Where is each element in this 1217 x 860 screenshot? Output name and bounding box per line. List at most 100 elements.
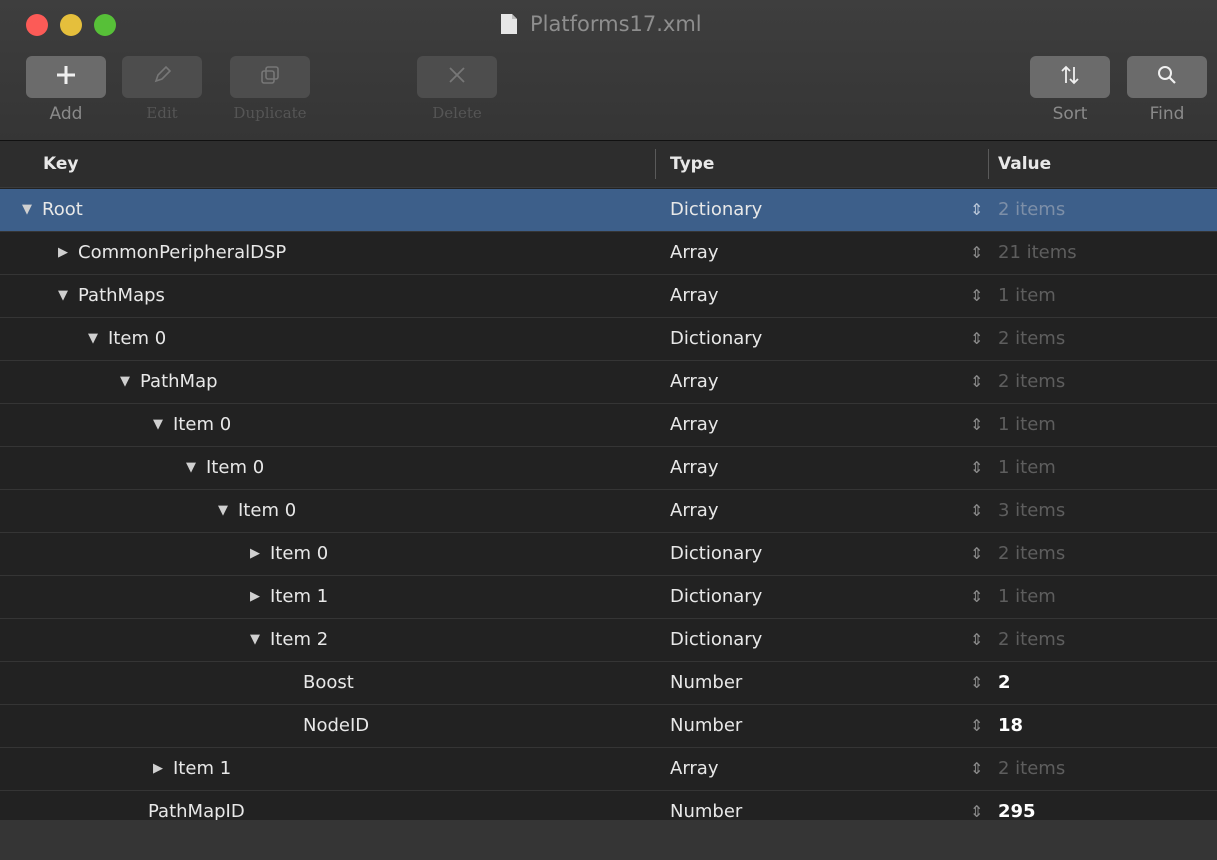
value-cell[interactable]: 3 items [998, 490, 1065, 532]
value-column-header[interactable]: Value [998, 141, 1051, 187]
tree-row[interactable]: NodeID Number ⇕ 18 [0, 705, 1217, 748]
value-cell[interactable]: 2 items [998, 533, 1065, 575]
stepper-icon[interactable]: ⇕ [970, 576, 983, 618]
value-cell[interactable]: 2 items [998, 619, 1065, 661]
duplicate-button[interactable] [230, 56, 310, 98]
disclosure-expanded-icon[interactable]: ▼ [186, 447, 202, 489]
plist-tree: ▼ Root Dictionary ⇕ 2 items ▶ CommonPeri… [0, 189, 1217, 834]
edit-label: Edit [146, 104, 178, 122]
stepper-icon[interactable]: ⇕ [970, 275, 983, 317]
stepper-icon[interactable]: ⇕ [970, 662, 983, 704]
type-cell[interactable]: Array [670, 361, 718, 403]
duplicate-icon [258, 63, 282, 91]
key-label: Item 0 [108, 328, 167, 349]
stepper-icon[interactable]: ⇕ [970, 619, 983, 661]
tree-row[interactable]: ▶ Item 0 Dictionary ⇕ 2 items [0, 533, 1217, 576]
type-cell[interactable]: Array [670, 490, 718, 532]
stepper-icon[interactable]: ⇕ [970, 189, 983, 231]
delete-button[interactable] [417, 56, 497, 98]
value-cell[interactable]: 1 item [998, 576, 1056, 618]
add-label: Add [49, 104, 83, 124]
value-cell[interactable]: 21 items [998, 232, 1077, 274]
tree-row[interactable]: ▼ Item 0 Dictionary ⇕ 2 items [0, 318, 1217, 361]
type-cell[interactable]: Dictionary [670, 189, 762, 231]
disclosure-expanded-icon[interactable]: ▼ [58, 275, 74, 317]
tree-row[interactable]: Boost Number ⇕ 2 [0, 662, 1217, 705]
value-cell[interactable]: 1 item [998, 275, 1056, 317]
disclosure-collapsed-icon[interactable]: ▶ [58, 232, 74, 274]
type-cell[interactable]: Array [670, 232, 718, 274]
document-icon [500, 13, 518, 35]
disclosure-collapsed-icon[interactable]: ▶ [250, 576, 266, 618]
value-cell[interactable]: 18 [998, 705, 1023, 747]
key-label: PathMaps [78, 285, 165, 306]
key-cell: ▼ Item 0 [186, 447, 264, 489]
key-cell: ▼ Item 0 [88, 318, 166, 360]
type-cell[interactable]: Dictionary [670, 619, 762, 661]
zoom-window-button[interactable] [94, 14, 116, 36]
disclosure-collapsed-icon[interactable]: ▶ [153, 748, 169, 790]
stepper-icon[interactable]: ⇕ [970, 705, 983, 747]
type-cell[interactable]: Array [670, 748, 718, 790]
add-button[interactable] [26, 56, 106, 98]
disclosure-expanded-icon[interactable]: ▼ [153, 404, 169, 446]
tree-row[interactable]: ▶ CommonPeripheralDSP Array ⇕ 21 items [0, 232, 1217, 275]
sort-button[interactable] [1030, 56, 1110, 98]
type-cell[interactable]: Array [670, 404, 718, 446]
tree-row[interactable]: ▼ Item 2 Dictionary ⇕ 2 items [0, 619, 1217, 662]
key-label: Item 0 [270, 543, 329, 564]
key-column-header[interactable]: Key [43, 141, 79, 187]
stepper-icon[interactable]: ⇕ [970, 318, 983, 360]
stepper-icon[interactable]: ⇕ [970, 533, 983, 575]
key-label: Item 0 [238, 500, 297, 521]
value-cell[interactable]: 2 items [998, 318, 1065, 360]
type-cell[interactable]: Dictionary [670, 318, 762, 360]
disclosure-expanded-icon[interactable]: ▼ [22, 189, 38, 231]
value-cell[interactable]: 2 items [998, 189, 1065, 231]
type-cell[interactable]: Number [670, 662, 742, 704]
stepper-icon[interactable]: ⇕ [970, 404, 983, 446]
stepper-icon[interactable]: ⇕ [970, 447, 983, 489]
key-cell: ▼ Root [22, 189, 83, 231]
tree-row[interactable]: ▶ Item 1 Array ⇕ 2 items [0, 748, 1217, 791]
stepper-icon[interactable]: ⇕ [970, 490, 983, 532]
tree-row[interactable]: ▶ Item 1 Dictionary ⇕ 1 item [0, 576, 1217, 619]
key-cell: ▶ Item 1 [250, 576, 328, 618]
tree-row[interactable]: ▼ Item 0 Array ⇕ 3 items [0, 490, 1217, 533]
stepper-icon[interactable]: ⇕ [970, 232, 983, 274]
value-cell[interactable]: 1 item [998, 404, 1056, 446]
type-cell[interactable]: Array [670, 275, 718, 317]
type-cell[interactable]: Array [670, 447, 718, 489]
column-divider[interactable] [655, 149, 656, 179]
minimize-window-button[interactable] [60, 14, 82, 36]
disclosure-expanded-icon[interactable]: ▼ [218, 490, 234, 532]
disclosure-expanded-icon[interactable]: ▼ [250, 619, 266, 661]
tree-row[interactable]: ▼ PathMap Array ⇕ 2 items [0, 361, 1217, 404]
find-button[interactable] [1127, 56, 1207, 98]
tree-row[interactable]: ▼ PathMaps Array ⇕ 1 item [0, 275, 1217, 318]
tree-row[interactable]: ▼ Root Dictionary ⇕ 2 items [0, 189, 1217, 232]
title-bar: Platforms17.xml Add Edit Duplicate Delet… [0, 0, 1217, 141]
close-window-button[interactable] [26, 14, 48, 36]
value-cell[interactable]: 2 [998, 662, 1011, 704]
key-label: Item 2 [270, 629, 329, 650]
type-cell[interactable]: Number [670, 705, 742, 747]
disclosure-collapsed-icon[interactable]: ▶ [250, 533, 266, 575]
disclosure-expanded-icon[interactable]: ▼ [120, 361, 136, 403]
column-header: Key Type Value [0, 141, 1217, 188]
tree-row[interactable]: ▼ Item 0 Array ⇕ 1 item [0, 447, 1217, 490]
edit-button[interactable] [122, 56, 202, 98]
value-cell[interactable]: 2 items [998, 361, 1065, 403]
key-label: Item 0 [206, 457, 265, 478]
stepper-icon[interactable]: ⇕ [970, 748, 983, 790]
type-column-header[interactable]: Type [670, 141, 714, 187]
tree-row[interactable]: ▼ Item 0 Array ⇕ 1 item [0, 404, 1217, 447]
window-title-area: Platforms17.xml [500, 0, 702, 48]
value-cell[interactable]: 2 items [998, 748, 1065, 790]
column-divider[interactable] [988, 149, 989, 179]
stepper-icon[interactable]: ⇕ [970, 361, 983, 403]
value-cell[interactable]: 1 item [998, 447, 1056, 489]
disclosure-expanded-icon[interactable]: ▼ [88, 318, 104, 360]
type-cell[interactable]: Dictionary [670, 576, 762, 618]
type-cell[interactable]: Dictionary [670, 533, 762, 575]
